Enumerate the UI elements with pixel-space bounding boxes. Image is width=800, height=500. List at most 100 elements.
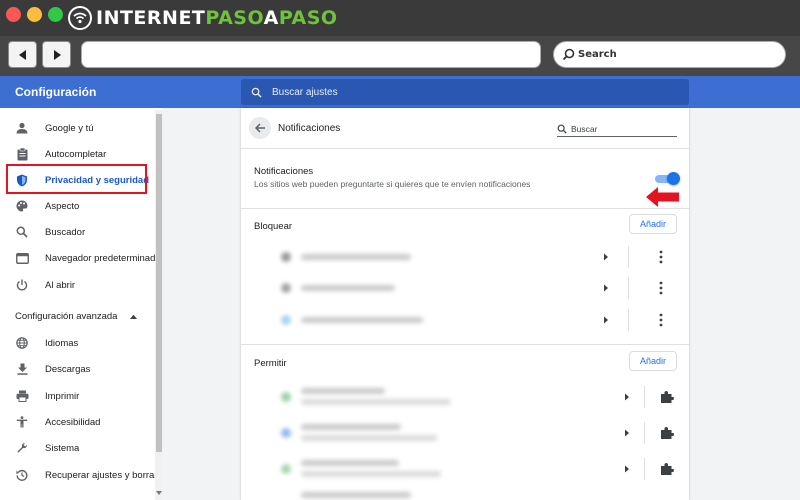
sidebar-item-idiomas[interactable]: Idiomas xyxy=(0,330,155,356)
sidebar-item-sistema[interactable]: Sistema xyxy=(0,435,155,461)
chevron-right-icon[interactable] xyxy=(623,465,631,473)
notifications-search-input[interactable]: Buscar xyxy=(557,121,677,137)
chevron-right-icon[interactable] xyxy=(602,316,610,324)
allowed-site-row[interactable] xyxy=(241,487,689,500)
section-divider xyxy=(241,344,689,345)
blocked-site-row[interactable] xyxy=(241,304,689,336)
sidebar-item-label: Al abrir xyxy=(45,279,76,291)
sidebar-item-recuperar-ajustes[interactable]: Recuperar ajustes y borrar xyxy=(0,462,158,488)
chevron-right-icon[interactable] xyxy=(623,429,631,437)
sidebar-item-label: Google y tú xyxy=(45,122,94,134)
wifi-logo-icon xyxy=(68,6,92,30)
chevron-right-icon[interactable] xyxy=(602,253,610,261)
search-icon xyxy=(15,225,29,239)
site-favicon xyxy=(281,283,291,293)
blocked-site-row[interactable] xyxy=(241,241,689,273)
logo-text: INTERNETPASOAPASO xyxy=(96,7,338,29)
block-section-label: Bloquear xyxy=(254,221,293,232)
settings-search-input[interactable]: Buscar ajustes xyxy=(241,79,689,105)
sidebar-item-google-y-tu[interactable]: Google y tú xyxy=(0,115,155,141)
row-separator xyxy=(628,246,629,268)
row-separator xyxy=(644,386,645,408)
more-vert-icon[interactable] xyxy=(656,281,666,295)
blurred-site-detail xyxy=(301,435,437,441)
sidebar-item-label: Autocompletar xyxy=(45,148,107,160)
sidebar-item-navegador-predeterminado[interactable]: Navegador predeterminado xyxy=(0,245,161,271)
chevron-right-icon[interactable] xyxy=(623,393,631,401)
minimize-window-button[interactable] xyxy=(27,7,42,22)
site-favicon xyxy=(281,428,291,438)
blurred-site-url xyxy=(301,317,423,323)
window-titlebar: INTERNETPASOAPASO xyxy=(0,0,800,36)
site-favicon xyxy=(281,252,291,262)
person-icon xyxy=(15,121,29,135)
puzzle-extension-icon xyxy=(661,391,674,403)
site-favicon xyxy=(281,464,291,474)
allowed-site-row[interactable] xyxy=(241,381,689,413)
more-vert-icon[interactable] xyxy=(656,313,666,327)
sidebar-item-label: Aspecto xyxy=(45,200,80,212)
search-label: Search xyxy=(578,49,617,60)
scroll-down-arrow-icon[interactable] xyxy=(156,490,162,496)
allow-section-label: Permitir xyxy=(254,358,287,369)
globe-icon xyxy=(15,336,29,350)
triangle-right-icon xyxy=(53,49,61,60)
palette-icon xyxy=(15,199,29,213)
browser-icon xyxy=(15,251,29,265)
blurred-site-url xyxy=(301,285,395,291)
highlight-frame xyxy=(6,164,147,194)
row-separator xyxy=(644,458,645,480)
advanced-settings-label: Configuración avanzada xyxy=(15,311,118,322)
allowed-site-row[interactable] xyxy=(241,417,689,449)
triangle-left-icon xyxy=(18,49,26,60)
blurred-site-url xyxy=(301,254,411,260)
back-button[interactable] xyxy=(8,41,37,68)
blurred-site-detail xyxy=(301,399,451,405)
sidebar-item-al-abrir[interactable]: Al abrir xyxy=(0,272,155,298)
allowed-site-row[interactable] xyxy=(241,453,689,485)
close-window-button[interactable] xyxy=(6,7,21,22)
forward-button[interactable] xyxy=(42,41,71,68)
search-icon xyxy=(557,124,567,134)
blurred-site-detail xyxy=(301,471,441,477)
advanced-settings-toggle[interactable]: Configuración avanzada xyxy=(15,311,138,322)
sidebar-item-label: Idiomas xyxy=(45,337,79,349)
wrench-icon xyxy=(15,441,29,455)
sidebar-item-descargas[interactable]: Descargas xyxy=(0,356,155,382)
back-arrow-button[interactable] xyxy=(249,117,271,139)
address-bar[interactable] xyxy=(81,41,541,68)
sidebar-item-buscador[interactable]: Buscador xyxy=(0,219,155,245)
maximize-window-button[interactable] xyxy=(48,7,63,22)
row-separator xyxy=(628,309,629,331)
blurred-site-url xyxy=(301,424,401,430)
notifications-toggle-knob[interactable] xyxy=(667,172,680,185)
search-icon xyxy=(251,87,262,98)
sidebar-item-label: Sistema xyxy=(45,442,80,454)
blocked-site-row[interactable] xyxy=(241,272,689,304)
sidebar-scrollbar-thumb[interactable] xyxy=(156,114,162,452)
sidebar-item-label: Descargas xyxy=(45,363,91,375)
sidebar-item-imprimir[interactable]: Imprimir xyxy=(0,383,155,409)
sidebar-item-label: Buscador xyxy=(45,226,86,238)
allow-add-button[interactable]: Añadir xyxy=(629,351,677,371)
sidebar-item-accesibilidad[interactable]: Accesibilidad xyxy=(0,409,155,435)
notifications-setting-title: Notificaciones xyxy=(254,166,314,177)
header-divider xyxy=(241,148,689,149)
site-favicon xyxy=(281,315,291,325)
chevron-right-icon[interactable] xyxy=(602,284,610,292)
page-title: Notificaciones xyxy=(278,123,341,134)
site-logo: INTERNETPASOAPASO xyxy=(68,5,338,31)
caret-up-icon xyxy=(130,314,138,319)
site-favicon xyxy=(281,392,291,402)
arrow-left-icon xyxy=(254,123,265,133)
sidebar-item-aspecto[interactable]: Aspecto xyxy=(0,193,155,219)
more-vert-icon[interactable] xyxy=(656,250,666,264)
block-add-button[interactable]: Añadir xyxy=(629,214,677,234)
browser-search-field[interactable]: Search xyxy=(553,41,786,68)
settings-title: Configuración xyxy=(15,85,97,99)
sidebar-item-label: Navegador predeterminado xyxy=(45,252,161,264)
sidebar-item-label: Imprimir xyxy=(45,390,80,402)
accessibility-icon xyxy=(15,415,29,429)
sidebar-item-label: Recuperar ajustes y borrar xyxy=(45,469,158,481)
sidebar-item-label: Accesibilidad xyxy=(45,416,101,428)
